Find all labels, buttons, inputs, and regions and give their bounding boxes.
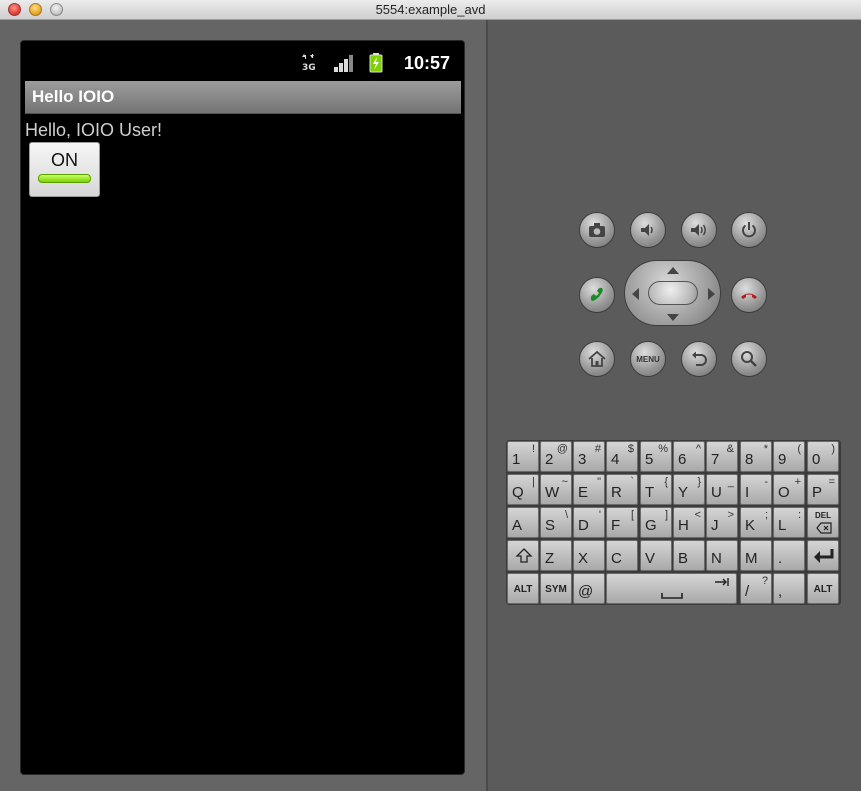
dpad-up-icon[interactable] [667, 267, 679, 274]
key-t[interactable]: T{ [640, 474, 672, 505]
status-clock: 10:57 [403, 53, 450, 73]
end-call-button[interactable] [731, 277, 767, 313]
key-q[interactable]: Q | [507, 474, 539, 505]
key-period[interactable]: . [773, 540, 805, 571]
svg-text:3G: 3G [302, 63, 316, 73]
back-button[interactable] [681, 341, 717, 377]
space-icon [661, 593, 683, 599]
key-b[interactable]: B [673, 540, 705, 571]
backspace-icon [816, 522, 832, 534]
key-3[interactable]: 3 # [573, 441, 605, 472]
call-icon [590, 287, 603, 301]
key-y[interactable]: Y} [673, 474, 705, 505]
led-toggle-button[interactable]: ON [29, 142, 100, 197]
dpad[interactable] [624, 260, 721, 326]
emulator-controls-panel [488, 20, 861, 791]
dpad-down-icon[interactable] [667, 314, 679, 321]
key-d[interactable]: D ' [573, 507, 605, 538]
key-2[interactable]: 2 @ [540, 441, 572, 472]
status-bar: 3G 10:57 [21, 41, 464, 81]
key-4[interactable]: 4 $ [606, 441, 638, 472]
hardware-keyboard: 1! 2 @ 3 # 4 $ 5% 6 ^ 7 & 8 * 9( 0) Q | W ~ E " R… [506, 440, 841, 605]
key-z[interactable]: Z [540, 540, 572, 571]
key-v[interactable]: V [640, 540, 672, 571]
toggle-label: ON [51, 150, 78, 170]
window-title: 5554:example_avd [375, 2, 486, 17]
key-0[interactable]: 0) [807, 441, 839, 472]
dpad-center-button[interactable] [648, 281, 698, 305]
power-button[interactable] [731, 212, 767, 248]
volume-down-icon [641, 224, 653, 236]
volume-up-button[interactable] [681, 212, 717, 248]
home-button[interactable] [579, 341, 615, 377]
key-at[interactable]: @ [573, 573, 605, 604]
window-titlebar: 5554:example_avd [0, 0, 861, 20]
key-i[interactable]: I- [740, 474, 772, 505]
camera-button[interactable] [579, 212, 615, 248]
key-alt-right[interactable]: ALT [807, 573, 839, 604]
volume-down-button[interactable] [630, 212, 666, 248]
key-sym[interactable]: SYM [540, 573, 572, 604]
camera-icon [589, 223, 605, 237]
call-button[interactable] [579, 277, 615, 313]
app-title: Hello IOIO [32, 87, 115, 106]
key-f[interactable]: F[ [606, 507, 638, 538]
key-8[interactable]: 8 * [740, 441, 772, 472]
key-r[interactable]: R ` [606, 474, 638, 505]
key-9[interactable]: 9( [773, 441, 805, 472]
key-space[interactable] [606, 573, 737, 604]
dpad-right-icon[interactable] [708, 288, 715, 300]
key-a[interactable]: A [507, 507, 539, 538]
key-s[interactable]: S \ [540, 507, 572, 538]
search-icon [741, 351, 757, 367]
app-title-bar: Hello IOIO [25, 81, 461, 114]
key-slash[interactable]: /? [740, 573, 772, 604]
hello-message: Hello, IOIO User! [25, 120, 163, 140]
shift-icon [515, 548, 533, 563]
key-k[interactable]: K; [740, 507, 772, 538]
key-shift[interactable] [507, 540, 539, 571]
key-p[interactable]: P = [807, 474, 839, 505]
key-n[interactable]: N [706, 540, 738, 571]
enter-icon [814, 549, 834, 563]
toggle-on-indicator [38, 174, 91, 183]
key-g[interactable]: G] [640, 507, 672, 538]
menu-button[interactable]: MENU [630, 341, 666, 377]
key-x[interactable]: X [573, 540, 605, 571]
key-7[interactable]: 7 & [706, 441, 738, 472]
key-h[interactable]: H < [673, 507, 705, 538]
key-comma[interactable]: , [773, 573, 805, 604]
key-j[interactable]: J > [706, 507, 738, 538]
key-enter[interactable] [807, 540, 839, 571]
key-m[interactable]: M [740, 540, 772, 571]
signal-strength-icon [334, 55, 353, 72]
network-3g-icon: 3G [302, 54, 316, 73]
dpad-left-icon[interactable] [632, 288, 639, 300]
device-screen[interactable]: 3G 10:57 Hello IOIO Hello, IOIO User! ON [20, 40, 465, 775]
home-icon [588, 350, 606, 367]
key-e[interactable]: E " [573, 474, 605, 505]
key-delete[interactable]: DEL [807, 507, 839, 538]
menu-label: MENU [636, 354, 660, 364]
search-button[interactable] [731, 341, 767, 377]
battery-charging-icon [369, 53, 383, 73]
key-u[interactable]: U _ [706, 474, 738, 505]
key-w[interactable]: W ~ [540, 474, 572, 505]
key-alt-left[interactable]: ALT [507, 573, 539, 604]
back-icon [692, 351, 707, 366]
volume-up-icon [691, 224, 706, 236]
end-call-icon [741, 293, 757, 299]
key-c[interactable]: C [606, 540, 638, 571]
key-o[interactable]: O + [773, 474, 805, 505]
key-l[interactable]: L: [773, 507, 805, 538]
key-6[interactable]: 6 ^ [673, 441, 705, 472]
tab-arrow-icon [715, 578, 729, 586]
key-5[interactable]: 5% [640, 441, 672, 472]
power-icon [742, 222, 756, 238]
key-1[interactable]: 1! [507, 441, 539, 472]
